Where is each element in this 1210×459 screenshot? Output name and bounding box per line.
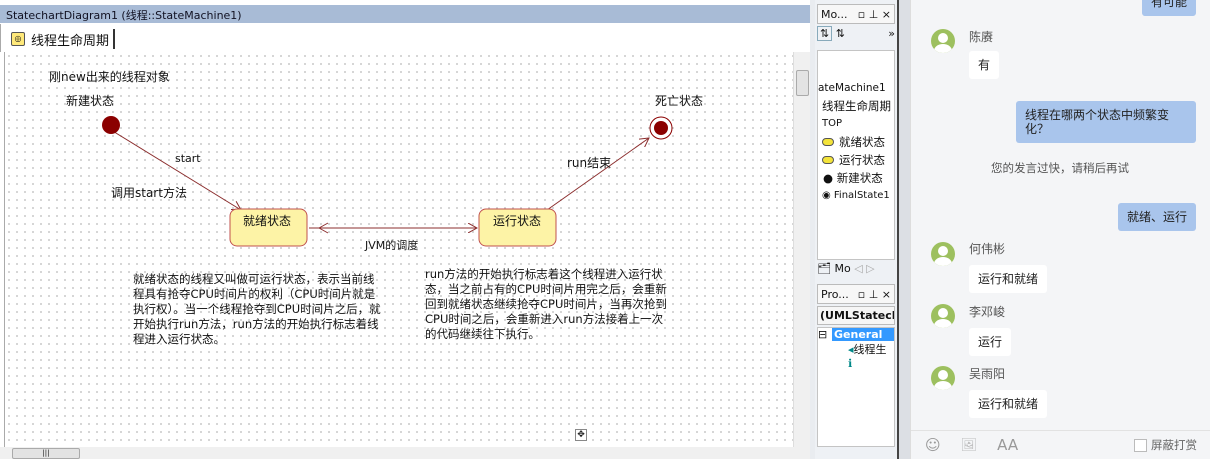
block-tips-checkbox[interactable]: 屏蔽打赏 — [1134, 437, 1197, 453]
state-ready-label: 就绪状态 — [243, 214, 292, 228]
tree-item-diagram[interactable]: 线程生命周期 — [818, 97, 894, 115]
diagram-canvas[interactable]: 刚new出来的线程对象 新建状态 死亡状态 start 调用start方法 ru… — [4, 52, 793, 447]
state-icon — [822, 138, 834, 146]
transition-start-label: start — [175, 152, 201, 165]
property-info-icon: ℹ — [848, 357, 853, 370]
image-icon[interactable]: 🖼 — [961, 438, 978, 453]
pan-icon[interactable]: ✥ — [575, 429, 587, 441]
properties-panel-header: Pro... ▫ ⊥ × — [817, 284, 895, 304]
final-state-icon: ◉ — [822, 190, 834, 201]
model-panel-header: Mo... ▫ ⊥ × — [817, 4, 895, 24]
vertical-scrollbar[interactable] — [793, 52, 810, 447]
transition-run-end-edge[interactable] — [546, 138, 649, 211]
model-tab[interactable]: Mo — [834, 262, 850, 275]
my-message: 线程在哪两个状态中频繁变化？ — [1016, 101, 1196, 143]
note-running-description: run方法的开始执行标志着这个线程进入运行状态，当之前占有的CPU时间片用完之后… — [425, 267, 667, 341]
system-notice: 您的发言过快，请稍后再试 — [991, 161, 1129, 175]
user-name: 何伟彬 — [969, 242, 1006, 256]
chat-toolbar: ☺ 🖼 AA 屏蔽打赏 — [911, 430, 1210, 459]
more-icon[interactable]: » — [888, 27, 895, 40]
user-name: 陈赓 — [969, 30, 994, 44]
user-name: 李邓峻 — [969, 305, 1006, 319]
tab-thread-lifecycle[interactable]: ◎ 线程生命周期 — [11, 29, 116, 49]
tab-label: 线程生命周期 — [31, 33, 110, 49]
message-bubble: 有 — [969, 51, 1000, 79]
properties-panel-title: Pro... — [821, 288, 849, 301]
property-name[interactable]: ◂线程生 — [818, 341, 894, 357]
label-new-state: 新建状态 — [66, 94, 115, 108]
properties-selector[interactable]: (UMLStatecha — [817, 306, 895, 325]
message-bubble: 运行和就绪 — [969, 390, 1048, 418]
chat-panel: 有可能 陈赓 有 线程在哪两个状态中频繁变化？ 您的发言过快，请稍后再试 就绪、… — [910, 0, 1210, 459]
tree-item-statemachine[interactable]: ateMachine1 — [818, 79, 894, 97]
transition-run-end-label: run结束 — [567, 156, 612, 170]
tree-item-new[interactable]: ● 新建状态 — [818, 169, 894, 187]
message-bubble: 运行 — [969, 328, 1012, 356]
tree-item-running[interactable]: 运行状态 — [818, 151, 894, 169]
panel-controls-icon[interactable]: ▫ ⊥ × — [858, 8, 891, 21]
checkbox-icon[interactable] — [1134, 438, 1147, 452]
note-ready-description: 就绪状态的线程又叫做可运行状态，表示当前线程具有抢夺CPU时间片的权利（CPU时… — [133, 272, 381, 346]
statechart-icon: ◎ — [11, 32, 25, 46]
final-state-core — [654, 121, 668, 135]
horizontal-scrollbar[interactable]: ||| — [0, 447, 810, 459]
my-message: 有可能 — [1141, 0, 1196, 16]
font-icon[interactable]: AA — [997, 436, 1018, 454]
sort-toolbar: ⇅ ⇅ » — [817, 26, 895, 47]
initial-state-icon: ● — [823, 171, 837, 185]
label-dead-state: 死亡状态 — [655, 94, 704, 108]
sort-order-icon[interactable]: ⇅ — [817, 26, 833, 41]
model-explorer-panel: Mo... ▫ ⊥ × ⇅ ⇅ » ateMachine1 线程生命周期 TOP … — [815, 0, 897, 459]
sort-alpha-icon[interactable]: ⇅ — [836, 27, 845, 40]
properties-group[interactable]: ⊟ General — [818, 328, 894, 341]
window-separator — [897, 0, 910, 459]
diagram-title-bar: StatechartDiagram1 (线程::StateMachine1) — [0, 5, 810, 23]
model-tree: ateMachine1 线程生命周期 TOP 就绪状态 运行状态 ● 新建状态 … — [817, 50, 895, 260]
model-tab-strip: 🗂 Mo ◁ ▷ — [817, 262, 895, 280]
avatar — [931, 304, 955, 328]
model-tab-icon[interactable]: 🗂 — [817, 262, 831, 275]
avatar — [931, 242, 955, 266]
my-message: 就绪、运行 — [1117, 203, 1196, 231]
horizontal-scroll-thumb[interactable]: ||| — [12, 448, 80, 459]
message-bubble: 运行和就绪 — [969, 265, 1048, 293]
state-icon — [822, 156, 834, 164]
collapse-icon[interactable]: ⊟ — [818, 328, 832, 341]
tree-item-final[interactable]: ◉ FinalState1 — [818, 187, 894, 205]
emoji-icon[interactable]: ☺ — [925, 436, 941, 454]
user-name: 吴雨阳 — [969, 367, 1006, 381]
avatar — [931, 29, 955, 53]
block-tips-label: 屏蔽打赏 — [1151, 438, 1197, 452]
state-running-label: 运行状态 — [493, 214, 542, 228]
note-new-object: 刚new出来的线程对象 — [49, 70, 170, 84]
avatar — [931, 366, 955, 390]
tree-item-ready[interactable]: 就绪状态 — [818, 133, 894, 151]
properties-grid: ⊟ General ◂线程生 ℹ — [817, 327, 895, 447]
note-call-start: 调用start方法 — [111, 186, 187, 200]
initial-state[interactable] — [102, 116, 120, 134]
panel-controls-icon[interactable]: ▫ ⊥ × — [858, 288, 891, 301]
tree-item-top[interactable]: TOP — [818, 115, 894, 133]
model-panel-title: Mo... — [821, 8, 848, 21]
vertical-scroll-thumb[interactable] — [796, 70, 809, 96]
transition-jvm-label: JVM的调度 — [365, 239, 419, 252]
tab-scroll-icon[interactable]: ◁ ▷ — [854, 262, 874, 275]
diagram-tab-bar: ◎ 线程生命周期 — [0, 24, 810, 52]
